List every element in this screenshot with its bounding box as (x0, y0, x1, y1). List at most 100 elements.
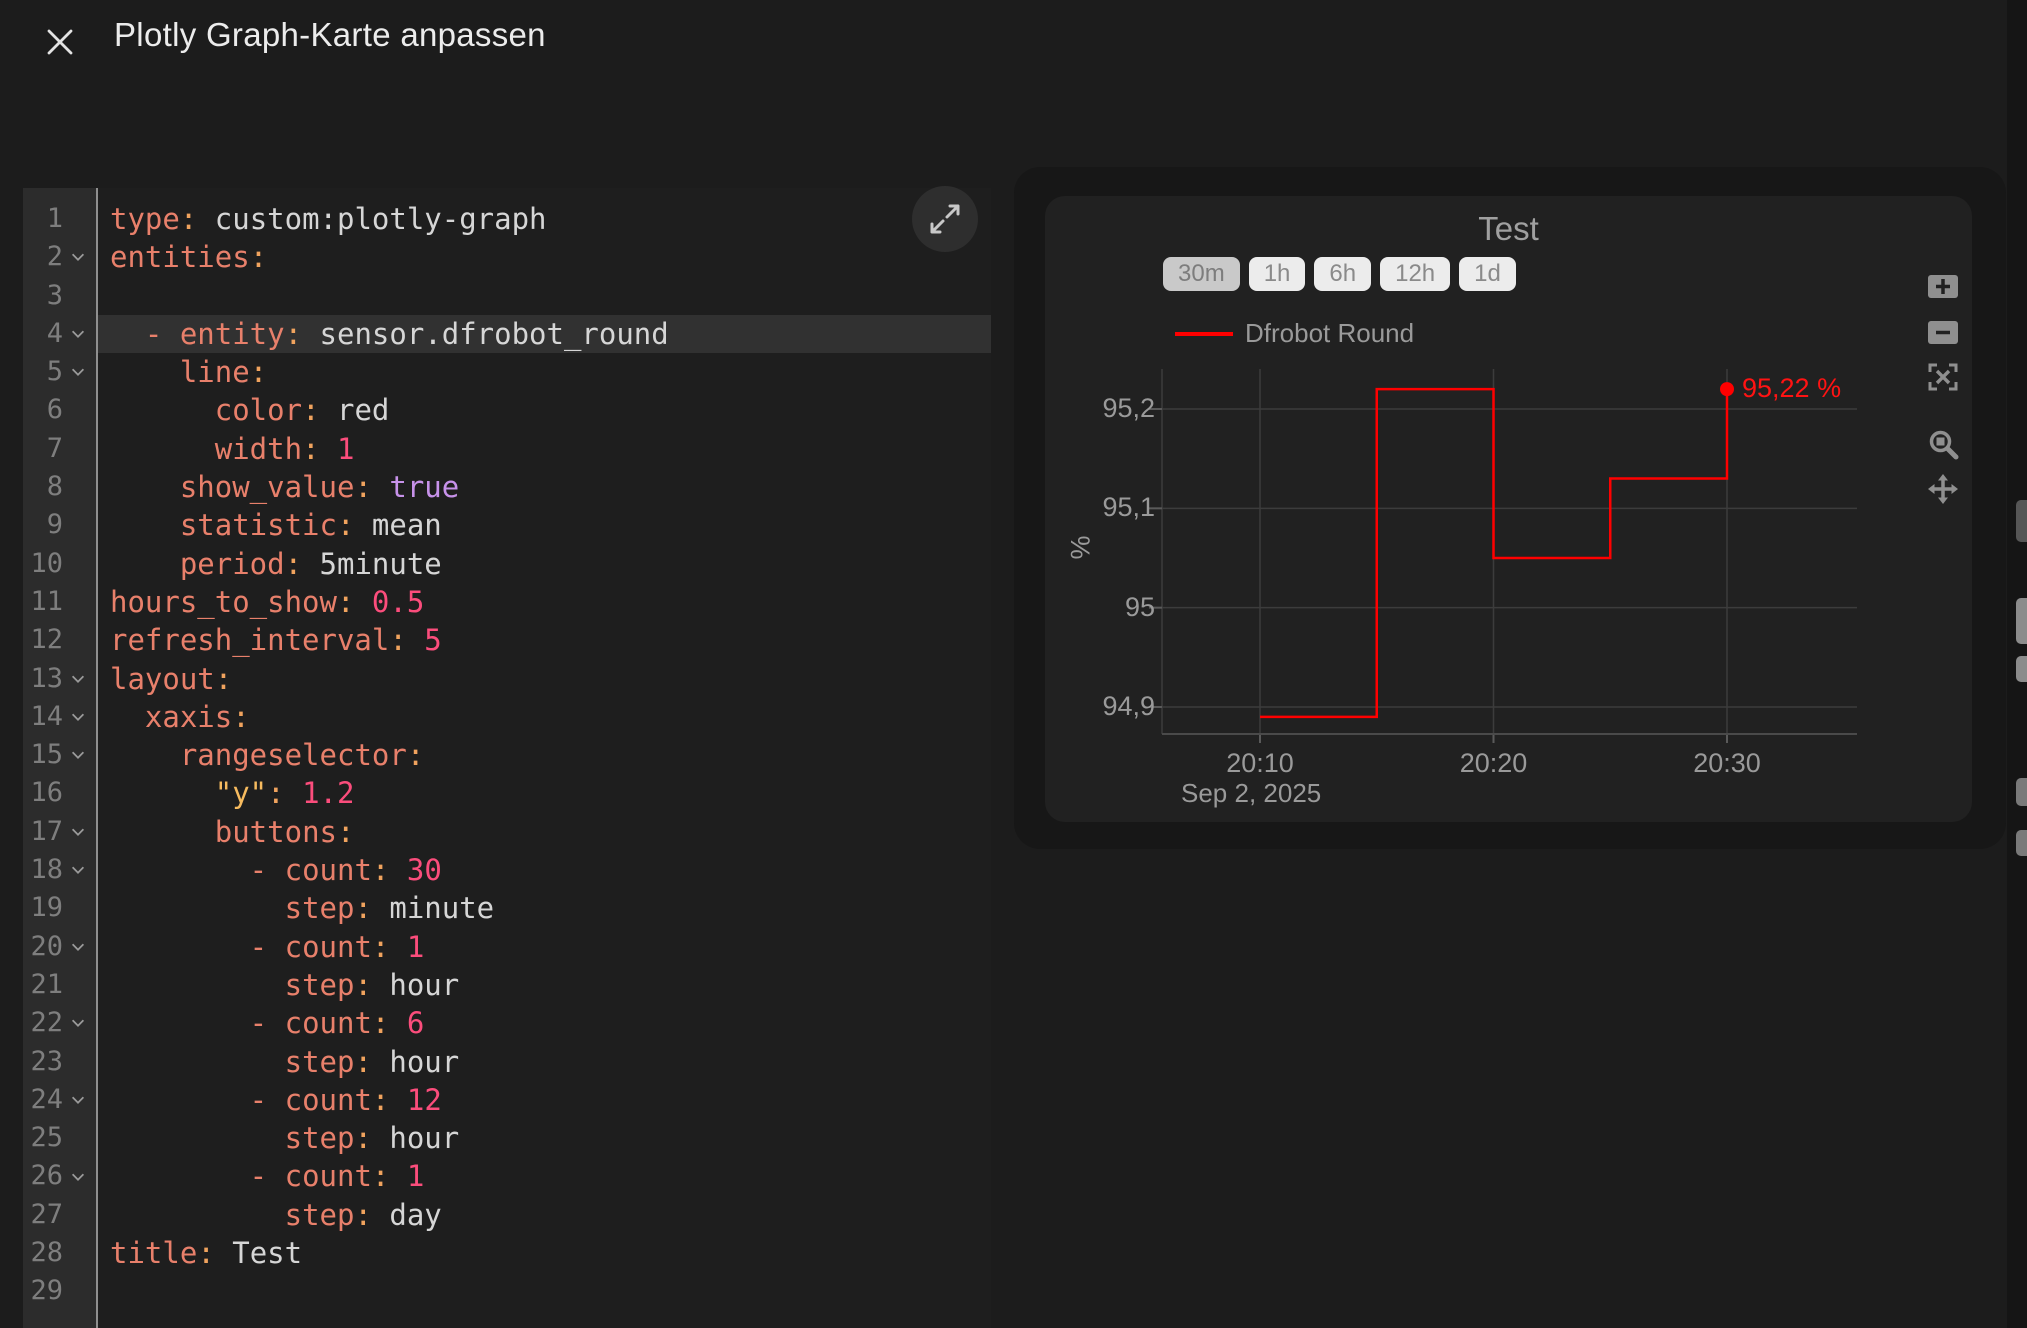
gutter-line: 22 (23, 1004, 96, 1042)
line-number: 27 (23, 1196, 63, 1234)
zoom-in-button[interactable] (1926, 269, 1960, 303)
code-token: step (285, 1045, 355, 1079)
code-token: minute (372, 891, 494, 925)
close-icon (45, 27, 75, 57)
fold-toggle-icon[interactable] (67, 936, 89, 958)
pan-button[interactable] (1926, 472, 1960, 506)
code-token: - (110, 1006, 285, 1040)
code-token: layout (110, 662, 215, 696)
code-token: hour (372, 968, 459, 1002)
x-tick-label: 20:20 (1434, 748, 1554, 779)
fold-toggle-icon[interactable] (67, 668, 89, 690)
fullscreen-button[interactable] (912, 186, 978, 252)
code-line: - entity: sensor.dfrobot_round (98, 315, 991, 353)
gutter-line: 15 (23, 736, 96, 774)
line-number: 16 (23, 774, 63, 812)
code-token: color (215, 393, 302, 427)
gutter-line: 10 (23, 545, 96, 583)
code-token: : (372, 930, 389, 964)
clipped-ui-fragment (2016, 500, 2027, 542)
code-token: : (354, 1045, 371, 1079)
fold-toggle-icon[interactable] (67, 706, 89, 728)
gutter-line: 6 (23, 391, 96, 429)
fold-toggle-icon[interactable] (67, 821, 89, 843)
gutter-line: 13 (23, 660, 96, 698)
code-line: "y": 1.2 (98, 774, 991, 812)
line-number: 4 (23, 315, 63, 353)
gutter-line: 9 (23, 506, 96, 544)
code-token: : (197, 1236, 214, 1270)
close-button[interactable] (38, 20, 82, 64)
zoom-box-button[interactable] (1926, 427, 1960, 461)
line-number: 14 (23, 698, 63, 736)
code-token: - (110, 930, 285, 964)
editor-code-lines[interactable]: type: custom:plotly-graphentities: - ent… (98, 188, 991, 1328)
code-token: count (285, 1083, 372, 1117)
fold-toggle-icon[interactable] (67, 1166, 89, 1188)
code-token (354, 585, 371, 619)
code-token: 6 (407, 1006, 424, 1040)
code-token: step (285, 968, 355, 1002)
line-number: 21 (23, 966, 63, 1004)
code-line: layout: (98, 660, 991, 698)
code-token (389, 1006, 406, 1040)
fold-toggle-icon[interactable] (67, 1089, 89, 1111)
line-number: 9 (23, 506, 63, 544)
code-token (110, 432, 215, 466)
fold-toggle-icon[interactable] (67, 246, 89, 268)
code-token (389, 930, 406, 964)
code-token: true (389, 470, 459, 504)
gutter-line: 21 (23, 966, 96, 1004)
code-token: 1 (407, 930, 424, 964)
fold-toggle-icon[interactable] (67, 361, 89, 383)
code-token: : (302, 393, 319, 427)
line-number: 6 (23, 391, 63, 429)
code-token: hour (372, 1045, 459, 1079)
code-token: count (285, 930, 372, 964)
code-token (110, 891, 285, 925)
code-line: - count: 12 (98, 1081, 991, 1119)
code-token (110, 1198, 285, 1232)
code-line: - count: 6 (98, 1004, 991, 1042)
code-token: 1 (337, 432, 354, 466)
code-token (110, 815, 215, 849)
line-number: 29 (23, 1272, 63, 1310)
x-tick-label: 20:10 (1200, 748, 1320, 779)
code-token: 1.2 (302, 776, 354, 810)
fold-toggle-icon[interactable] (67, 859, 89, 881)
pan-icon (1926, 472, 1960, 506)
gutter-line: 29 (23, 1272, 96, 1310)
code-token: : (354, 470, 371, 504)
code-line: step: hour (98, 966, 991, 1004)
code-token: - (110, 1083, 285, 1117)
code-line: title: Test (98, 1234, 991, 1272)
fold-toggle-icon[interactable] (67, 323, 89, 345)
zoom-out-icon (1926, 315, 1960, 349)
code-token: mean (354, 508, 441, 542)
fold-toggle-icon[interactable] (67, 1012, 89, 1034)
code-token: red (320, 393, 390, 427)
expand-icon (923, 197, 967, 241)
gutter-line: 7 (23, 430, 96, 468)
gutter-line: 2 (23, 238, 96, 276)
line-number: 11 (23, 583, 63, 621)
x-axis-date-label: Sep 2, 2025 (1181, 778, 1321, 809)
code-line: hours_to_show: 0.5 (98, 583, 991, 621)
autoscale-button[interactable] (1926, 360, 1960, 394)
line-number: 7 (23, 430, 63, 468)
code-token (110, 1121, 285, 1155)
code-token (389, 1083, 406, 1117)
fold-toggle-icon[interactable] (67, 744, 89, 766)
last-value-annotation: 95,22 % (1742, 373, 1841, 404)
line-number: 22 (23, 1004, 63, 1042)
gutter-line: 18 (23, 851, 96, 889)
code-token (110, 738, 180, 772)
gutter-line: 1 (23, 200, 96, 238)
code-line: entities: (98, 238, 991, 276)
line-number: 1 (23, 200, 63, 238)
chart-plot-area[interactable] (1045, 196, 1972, 822)
zoom-out-button[interactable] (1926, 315, 1960, 349)
code-token: hour (372, 1121, 459, 1155)
code-token: buttons (215, 815, 337, 849)
code-token: : (250, 240, 267, 274)
